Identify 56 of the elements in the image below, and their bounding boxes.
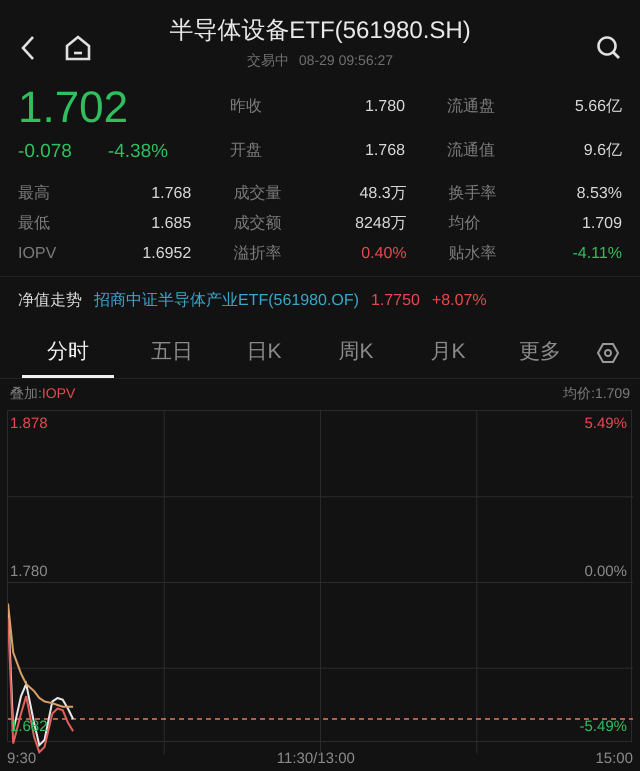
stat-value: 1.768 [151,184,192,204]
stat-value: 5.66亿 [574,96,622,117]
stat-label: 昨收 [230,96,262,117]
stat-value: 9.6亿 [584,141,622,162]
time-label: 11:30/13:00 [276,748,355,769]
stat-label: 成交量 [233,184,282,204]
stat-value: 48.3万 [360,184,407,204]
stat-value: -4.11% [572,244,622,264]
stat-value: 1.780 [364,96,405,117]
chart-tab[interactable]: 五日 [126,328,218,378]
stat-label: 开盘 [230,141,262,162]
percent-change: -4.38% [108,140,168,164]
chart-tab[interactable]: 更多 [494,328,586,378]
price-change: -0.078 [18,140,72,164]
chart-tab[interactable]: 分时 [22,328,114,378]
trading-status: 交易中 [246,51,289,70]
settings-icon [597,342,619,364]
back-icon [20,35,36,61]
chart-tab[interactable]: 月K [402,328,494,378]
stat-label: 最低 [18,214,50,234]
stat-label: 换手率 [448,184,497,204]
stat-value: 1.685 [151,214,192,234]
stat-label: 均价 [448,214,481,234]
stat-value: 1.768 [364,141,405,162]
stat-label: IOPV [18,244,56,264]
axis-label: 5.49% [584,414,627,434]
chart-tab[interactable]: 日K [218,328,310,378]
axis-label: 1.780 [10,562,48,582]
time-label: 9:30 [7,748,36,769]
stat-value: 1.6952 [142,244,192,264]
chart-tab[interactable]: 周K [310,328,402,378]
quote-time: 08-29 09:56:27 [298,51,394,70]
overlay-label: 叠加:IOPV [10,384,76,404]
stat-value: 1.709 [582,214,622,234]
stat-label: 成交额 [233,214,282,234]
home-icon [64,34,92,62]
stat-value: 8.53% [576,184,622,204]
stat-value: 8248万 [355,214,407,234]
net-value-label: 净值走势 [18,290,82,312]
axis-label: -5.49% [579,717,627,738]
stat-label: 溢折率 [233,244,282,264]
stat-label: 流通值 [447,140,495,162]
stat-value: 0.40% [361,244,407,264]
nav-change: +8.07% [432,291,487,312]
axis-label: 0.00% [584,562,627,582]
last-price: 1.702 [18,84,130,132]
average-price: 均价:1.709 [563,384,630,404]
nav-value: 1.7750 [370,291,420,312]
stat-label: 最高 [18,184,50,204]
fund-link[interactable]: 招商中证半导体产业ETF(561980.OF) [94,289,359,314]
window-title: 半导体设备ETF(561980.SH) [169,16,471,46]
axis-label: 1.878 [10,414,48,434]
time-label: 15:00 [595,748,633,769]
stat-label: 流通盘 [447,96,495,117]
search-icon [596,35,622,61]
stat-label: 贴水率 [448,244,497,264]
